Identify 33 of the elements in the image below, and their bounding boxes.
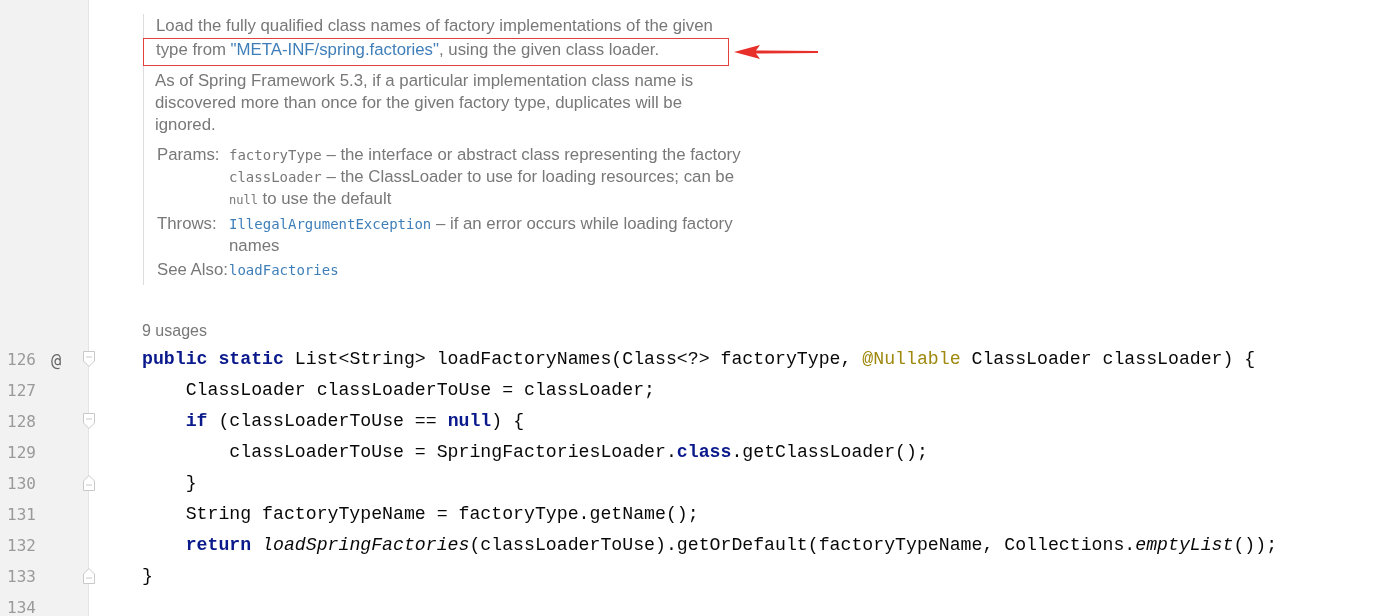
fold-icon[interactable] xyxy=(83,475,95,491)
doc-text: Load the fully qualified class names of factory implementations of the given xyxy=(155,15,714,37)
fold-icon[interactable] xyxy=(83,351,95,367)
section-label: See Also: xyxy=(156,259,229,281)
doc-text: type from "META-INF/spring.factories", using the given class loader. xyxy=(143,38,729,66)
section-label: Throws: xyxy=(156,213,218,235)
section-text: IllegalArgumentException – if an error occurs while loading factory names xyxy=(229,213,734,257)
code-line: } xyxy=(141,565,153,588)
line-number: 127 xyxy=(6,381,36,400)
section-text: factoryType – the interface or abstract class representing the factory xyxy=(229,144,742,166)
code-line: classLoaderToUse = SpringFactoriesLoader.class.getClassLoader(); xyxy=(228,441,928,464)
gutter-marker[interactable]: @ xyxy=(51,349,62,370)
code-line: ClassLoader classLoaderToUse = classLoader; xyxy=(184,379,655,402)
line-number: 131 xyxy=(6,505,36,524)
code-line: return loadSpringFactories(classLoaderToUse).getOrDefault(factoryTypeName, Collections.emptyList()); xyxy=(184,534,1278,557)
section-text: loadFactories xyxy=(229,261,340,280)
code-line: } xyxy=(184,472,197,495)
fold-icon[interactable] xyxy=(83,568,95,584)
fold-icon[interactable] xyxy=(83,413,95,429)
section-label: Params: xyxy=(156,144,221,166)
doc-paragraph: As of Spring Framework 5.3, if a particular implementation class name is discovered more than once for the given factory type, duplicates will be ignored. xyxy=(155,70,695,136)
line-number: 130 xyxy=(6,474,36,493)
code-line: if (classLoaderToUse == null) { xyxy=(184,410,525,433)
code-line: String factoryTypeName = factoryType.getName(); xyxy=(184,503,699,526)
section-text: classLoader – the ClassLoader to use for loading resources; can be null to use the default xyxy=(229,166,736,210)
line-number: 132 xyxy=(6,536,36,555)
line-number: 126 xyxy=(6,350,36,369)
code-line: public static List<String> loadFactoryNames(Class<?> factoryType, @Nullable ClassLoader classLoader) { xyxy=(141,348,1256,371)
line-number: 133 xyxy=(6,567,36,586)
usages-hint[interactable]: 9 usages xyxy=(89,318,207,344)
line-number: 128 xyxy=(6,412,36,431)
line-number: 129 xyxy=(6,443,36,462)
line-number: 134 xyxy=(6,598,36,616)
